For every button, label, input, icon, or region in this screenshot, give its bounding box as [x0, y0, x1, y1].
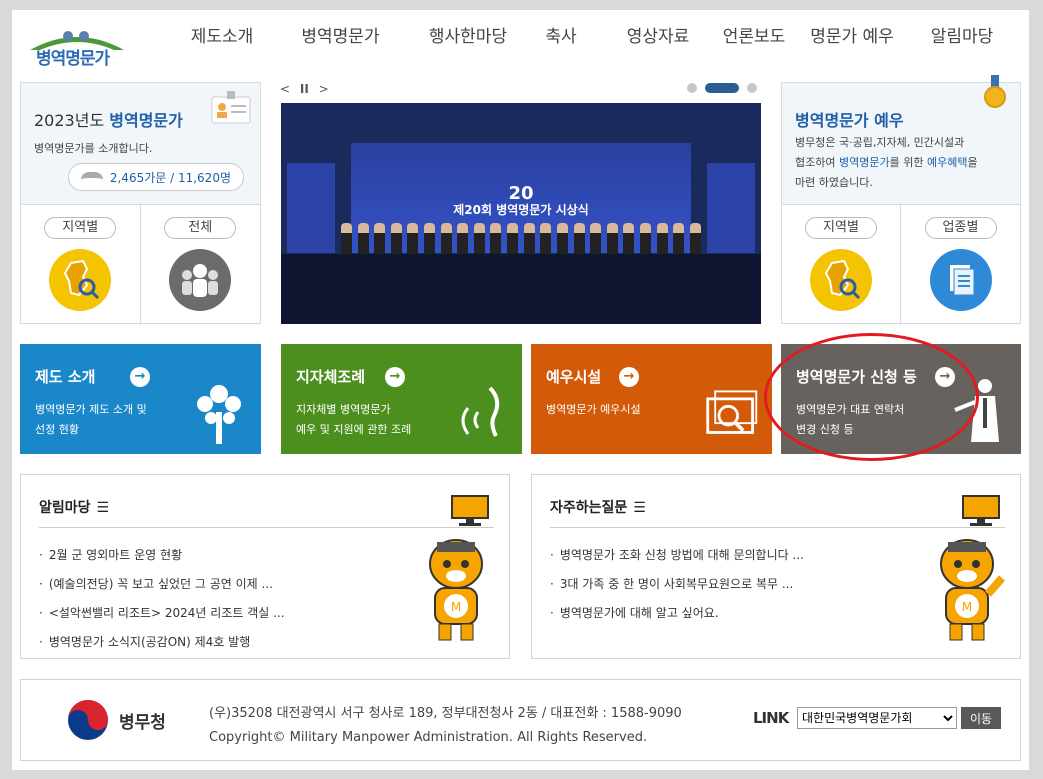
korea-map-search-icon [49, 249, 112, 311]
tile-system-intro[interactable]: 제도 소개 → 병역명문가 제도 소개 및 선정 현황 [20, 344, 261, 454]
list-item[interactable]: 3대 가족 중 한 명이 사회복무요원으로 복무 ... [550, 570, 804, 599]
faq-board: 자주하는질문☰ 병역명문가 조화 신청 방법에 대해 문의합니다 ... 3대 … [531, 474, 1021, 659]
families-count-badge: 2,465가문 / 11,620명 [68, 163, 244, 191]
menu-icon[interactable]: ☰ [633, 500, 646, 516]
region-search-button[interactable]: 지역별 [21, 205, 141, 325]
nav-item-press[interactable]: 언론보도 [713, 22, 795, 47]
families-intro-title: 2023년도 병역명문가 [34, 111, 183, 130]
id-card-icon [211, 91, 251, 124]
tiger-mascot-icon: M [940, 539, 1006, 641]
main-slide-image[interactable]: 20 제20회 병역명문가 시상식 [281, 103, 761, 324]
list-item[interactable]: <설악썬밸리 리조트> 2024년 리조트 객실 ... [39, 599, 285, 628]
nav-item-events[interactable]: 행사한마당 [415, 22, 521, 47]
medal-icon [984, 75, 1006, 108]
go-button[interactable]: 이동 [961, 707, 1001, 729]
people-group-icon [169, 249, 232, 311]
courtesy-industry-button[interactable]: 업종별 [901, 205, 1020, 325]
courtesy-industry-pill-label: 업종별 [924, 217, 997, 239]
photo-search-icon [706, 390, 758, 434]
courtesy-desc: 병무청은 국·공립,지자체, 민간시설과 협조하여 병역명문가를 위한 예우혜택… [795, 136, 978, 189]
region-pill-label: 지역별 [44, 217, 117, 239]
courtesy-title: 병역명문가 예우 [795, 111, 904, 130]
tiger-mascot-icon: M [429, 539, 483, 641]
nav-item-families[interactable]: 병역명문가 [284, 22, 397, 47]
slider-dots [687, 83, 765, 93]
all-pill-label: 전체 [164, 217, 237, 239]
site-logo[interactable]: 병역명문가 [22, 12, 132, 72]
slider-dot-2[interactable] [705, 83, 739, 93]
nav-item-courtesy[interactable]: 명문가 예우 [797, 22, 907, 47]
tile-local-ordinance[interactable]: 지자체조례 → 지자체별 병역명문가 예우 및 지원에 관한 조례 [281, 344, 522, 454]
families-intro-panel: 2023년도 병역명문가 병역명문가를 소개합니다. 2,465가문 / 11,… [20, 82, 261, 325]
list-item[interactable]: 병역명문가에 대해 알고 싶어요. [550, 599, 804, 628]
courtesy-region-button[interactable]: 지역별 [782, 205, 901, 325]
notice-list: 2월 군 영외마트 운영 현황 (예술의전당) 꼭 보고 싶었던 그 공연 이제… [39, 541, 285, 657]
tile-courtesy-facilities[interactable]: 예우시설 → 병역명문가 예우시설 [531, 344, 772, 454]
slide-caption: 제20회 병역명문가 시상식 [453, 203, 589, 217]
notice-board-title[interactable]: 알림마당 ☰ [39, 497, 109, 517]
tile-title: 병역명문가 신청 등 [796, 368, 917, 386]
slider-controls: < II > [280, 82, 329, 96]
families-intro-desc: 병역명문가를 소개합니다. [34, 142, 153, 155]
courtesy-panel: 병역명문가 예우 병무청은 국·공립,지자체, 민간시설과 협조하여 병역명문가… [781, 75, 1021, 325]
house-icon [81, 172, 103, 182]
faq-list: 병역명문가 조화 신청 방법에 대해 문의합니다 ... 3대 가족 중 한 명… [550, 541, 804, 628]
nav-item-videos[interactable]: 영상자료 [617, 22, 699, 47]
related-site-select[interactable]: 대한민국병역명문가회 [797, 707, 957, 729]
slider-next-button[interactable]: > [319, 82, 329, 96]
mma-taegeuk-logo-icon [68, 700, 108, 740]
tile-title: 예우시설 [546, 368, 602, 386]
arrow-right-icon: → [385, 367, 405, 387]
list-item[interactable]: 2월 군 영외마트 운영 현황 [39, 541, 285, 570]
tree-icon [197, 385, 241, 444]
tile-title: 지자체조례 [296, 368, 366, 386]
list-item[interactable]: 병역명문가 소식지(공감ON) 제4호 발행 [39, 628, 285, 657]
monitor-icon [451, 495, 489, 526]
arrow-right-icon: → [130, 367, 150, 387]
presenter-icon [954, 379, 999, 442]
slider-prev-button[interactable]: < [280, 82, 290, 96]
footer-address: (우)35208 대전광역시 서구 청사로 189, 정부대전청사 2동 / 대… [209, 706, 682, 745]
agency-name: 병무청 [119, 713, 166, 733]
menu-icon[interactable]: ☰ [97, 500, 110, 516]
faq-board-title[interactable]: 자주하는질문 ☰ [550, 497, 646, 517]
courtesy-region-pill-label: 지역별 [805, 217, 877, 239]
page: 병역명문가 제도소개 병역명문가 행사한마당 축사 영상자료 언론보도 명문가 … [12, 10, 1029, 770]
slider-dot-1[interactable] [687, 83, 697, 93]
slider-dot-3[interactable] [747, 83, 757, 93]
document-icon [929, 249, 992, 311]
footer: 병무청 (우)35208 대전광역시 서구 청사로 189, 정부대전청사 2동… [20, 679, 1021, 761]
notice-board: 알림마당☰ 2월 군 영외마트 운영 현황 (예술의전당) 꼭 보고 싶었던 그… [20, 474, 510, 659]
link-label: LINK [753, 709, 789, 727]
logo-text: 병역명문가 [36, 49, 110, 69]
list-item[interactable]: 병역명문가 조화 신청 방법에 대해 문의합니다 ... [550, 541, 804, 570]
monitor-icon [962, 495, 1000, 526]
korea-map-search-icon [810, 249, 872, 311]
list-item[interactable]: (예술의전당) 꼭 보고 싶었던 그 공연 이제 ... [39, 570, 285, 599]
tile-application[interactable]: 병역명문가 신청 등 → 병역명문가 대표 연락처 변경 신청 등 [781, 344, 1021, 454]
main-nav: 제도소개 병역명문가 행사한마당 축사 영상자료 언론보도 명문가 예우 알림마… [178, 22, 1003, 47]
svg-text:M: M [451, 600, 461, 614]
arrow-right-icon: → [619, 367, 639, 387]
slider-pause-button[interactable]: II [300, 82, 309, 96]
nav-item-congratulations[interactable]: 축사 [539, 22, 583, 47]
all-families-button[interactable]: 전체 [141, 205, 261, 325]
tile-title: 제도 소개 [35, 368, 96, 386]
nav-item-notice[interactable]: 알림마당 [921, 22, 1003, 47]
speech-icon [461, 386, 500, 437]
nav-item-system-intro[interactable]: 제도소개 [178, 22, 266, 47]
svg-text:M: M [962, 600, 972, 614]
